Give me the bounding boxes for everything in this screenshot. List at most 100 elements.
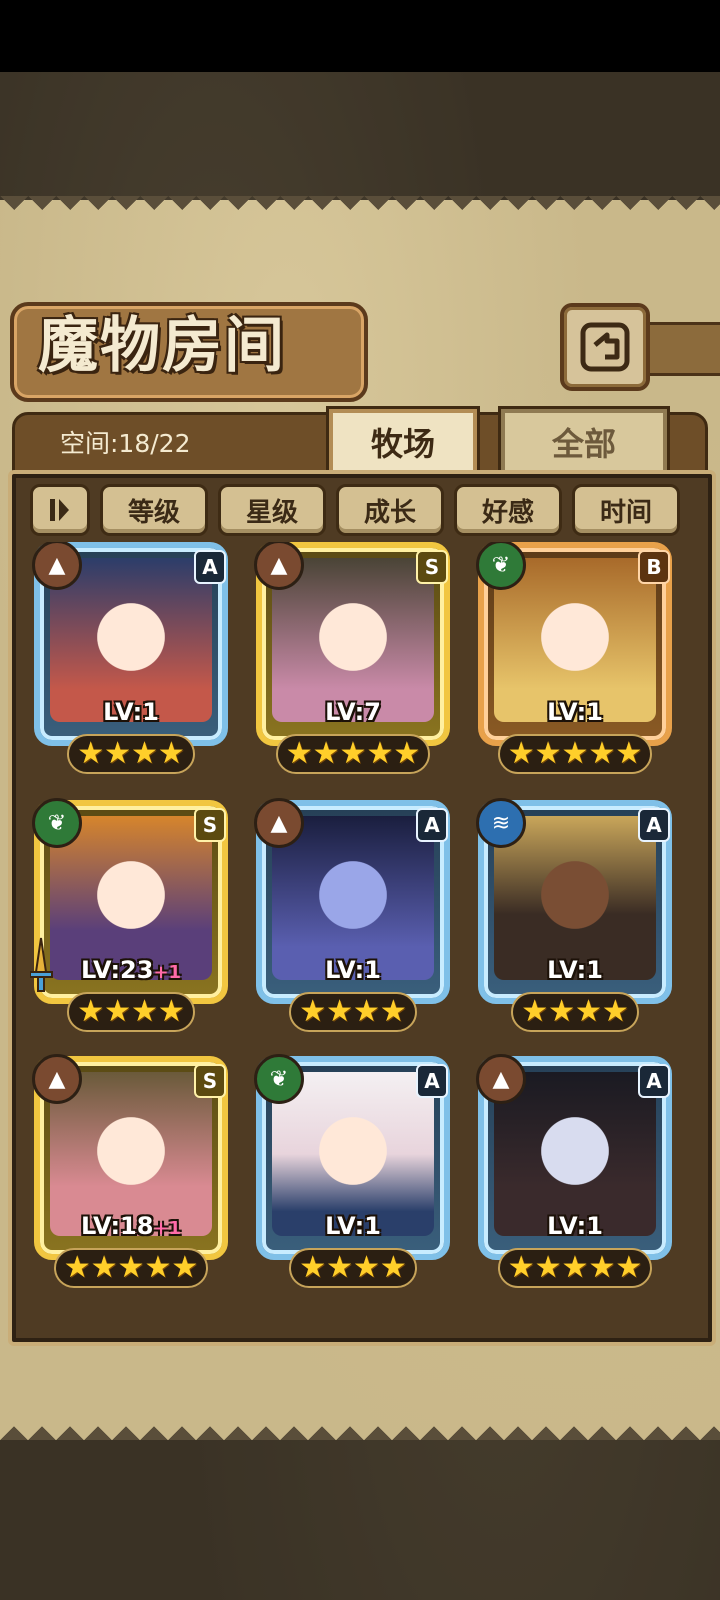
monster-grid: ▲ A LV:1 ★ ★ ★ ★ ▲ S LV:7 ★ ★ ★ ★ ★ ❦ B LV:1 ★ ★…: [30, 542, 690, 1312]
star-icon: ★: [77, 994, 105, 1029]
rank-badge: S: [416, 550, 448, 584]
star-icon: ★: [588, 736, 616, 771]
status-bar: [0, 0, 720, 72]
monster-card[interactable]: ≋ A LV:1 ★ ★ ★ ★: [474, 798, 676, 1036]
star-icon: ★: [615, 736, 643, 771]
earth-icon: ▲: [32, 542, 82, 590]
monster-card[interactable]: ❦ S LV:23+1 ★ ★ ★ ★: [30, 798, 232, 1036]
monster-card[interactable]: ▲ A LV:1 ★ ★ ★ ★: [252, 798, 454, 1036]
level-label: LV:1: [325, 956, 381, 984]
level-label: LV:1: [547, 956, 603, 984]
star-icon: ★: [575, 994, 602, 1029]
earth-icon: ▲: [254, 798, 304, 848]
star-icon: ★: [117, 1250, 145, 1285]
star-icon: ★: [339, 736, 367, 771]
star-icon: ★: [353, 994, 380, 1029]
star-icon: ★: [393, 736, 421, 771]
monster-card[interactable]: ❦ B LV:1 ★ ★ ★ ★ ★: [474, 542, 676, 778]
star-icon: ★: [561, 736, 589, 771]
level-label: LV:7: [325, 698, 381, 726]
rank-badge: A: [416, 808, 448, 842]
monster-card[interactable]: ❦ A LV:1 ★ ★ ★ ★: [252, 1054, 454, 1292]
star-icon: ★: [561, 1250, 589, 1285]
star-icon: ★: [157, 994, 185, 1029]
star-rating: ★ ★ ★ ★: [474, 992, 676, 1032]
monster-card[interactable]: ▲ A LV:1 ★ ★ ★ ★ ★: [474, 1054, 676, 1292]
rank-badge: S: [194, 808, 226, 842]
earth-icon: ▲: [32, 1054, 82, 1104]
star-icon: ★: [507, 736, 535, 771]
return-arrow-icon: [580, 322, 630, 372]
star-icon: ★: [326, 994, 353, 1029]
star-icon: ★: [534, 736, 562, 771]
nature-icon: ❦: [32, 798, 82, 848]
capacity-counter: 空间:18/22: [60, 429, 191, 458]
star-icon: ★: [299, 994, 327, 1029]
level-label: LV:18+1: [80, 1212, 182, 1240]
water-icon: ≋: [476, 798, 526, 848]
star-icon: ★: [104, 994, 131, 1029]
star-icon: ★: [615, 1250, 643, 1285]
torn-edge-top: [0, 196, 720, 224]
level-label: LV:1: [325, 1212, 381, 1240]
star-rating: ★ ★ ★ ★: [252, 992, 454, 1032]
monster-card[interactable]: ▲ S LV:18+1 ★ ★ ★ ★ ★: [30, 1054, 232, 1292]
star-icon: ★: [77, 736, 105, 771]
sort-by-level-button[interactable]: 等级: [100, 484, 208, 536]
sort-by-affection-button[interactable]: 好感: [454, 484, 562, 536]
star-icon: ★: [353, 1250, 380, 1285]
sort-by-time-button[interactable]: 时间: [572, 484, 680, 536]
rank-badge: S: [194, 1064, 226, 1098]
star-icon: ★: [104, 736, 131, 771]
sort-by-growth-button[interactable]: 成长: [336, 484, 444, 536]
star-icon: ★: [131, 736, 158, 771]
star-rating: ★ ★ ★ ★ ★: [474, 734, 676, 774]
star-rating: ★ ★ ★ ★ ★: [30, 1248, 232, 1288]
star-icon: ★: [507, 1250, 535, 1285]
star-icon: ★: [588, 1250, 616, 1285]
star-icon: ★: [601, 994, 629, 1029]
star-icon: ★: [548, 994, 575, 1029]
back-button[interactable]: [560, 303, 650, 391]
sort-order-toggle-button[interactable]: [30, 484, 90, 536]
sort-toggle-icon: [50, 499, 69, 521]
earth-icon: ▲: [476, 1054, 526, 1104]
star-rating: ★ ★ ★ ★: [30, 992, 232, 1032]
monster-card[interactable]: ▲ S LV:7 ★ ★ ★ ★ ★: [252, 542, 454, 778]
nature-icon: ❦: [254, 1054, 304, 1104]
star-icon: ★: [521, 994, 549, 1029]
rank-badge: B: [638, 550, 670, 584]
torn-edge-bottom: [0, 1412, 720, 1440]
rank-badge: A: [416, 1064, 448, 1098]
level-bonus: +1: [153, 1218, 182, 1239]
level-label: LV:1: [547, 1212, 603, 1240]
monster-card[interactable]: ▲ A LV:1 ★ ★ ★ ★: [30, 542, 232, 778]
sort-by-star-button[interactable]: 星级: [218, 484, 326, 536]
tab-all[interactable]: 全部: [498, 406, 670, 475]
star-icon: ★: [326, 1250, 353, 1285]
star-rating: ★ ★ ★ ★ ★: [252, 734, 454, 774]
sort-filter-bar: 等级 星级 成长 好感 时间: [30, 484, 690, 536]
tab-ranch[interactable]: 牧场: [326, 406, 480, 475]
star-icon: ★: [171, 1250, 199, 1285]
star-icon: ★: [312, 736, 340, 771]
star-icon: ★: [63, 1250, 91, 1285]
star-rating: ★ ★ ★ ★: [30, 734, 232, 774]
level-label: LV:1: [103, 698, 159, 726]
level-label: LV:23+1: [80, 956, 182, 984]
star-icon: ★: [379, 994, 407, 1029]
star-rating: ★ ★ ★ ★ ★: [474, 1248, 676, 1288]
page-title: 魔物房间: [38, 311, 286, 381]
star-icon: ★: [379, 1250, 407, 1285]
star-icon: ★: [366, 736, 394, 771]
rank-badge: A: [638, 1064, 670, 1098]
star-icon: ★: [285, 736, 313, 771]
star-icon: ★: [157, 736, 185, 771]
star-icon: ★: [144, 1250, 172, 1285]
star-icon: ★: [534, 1250, 562, 1285]
rank-badge: A: [638, 808, 670, 842]
rank-badge: A: [194, 550, 226, 584]
star-icon: ★: [90, 1250, 118, 1285]
star-icon: ★: [299, 1250, 327, 1285]
earth-icon: ▲: [254, 542, 304, 590]
